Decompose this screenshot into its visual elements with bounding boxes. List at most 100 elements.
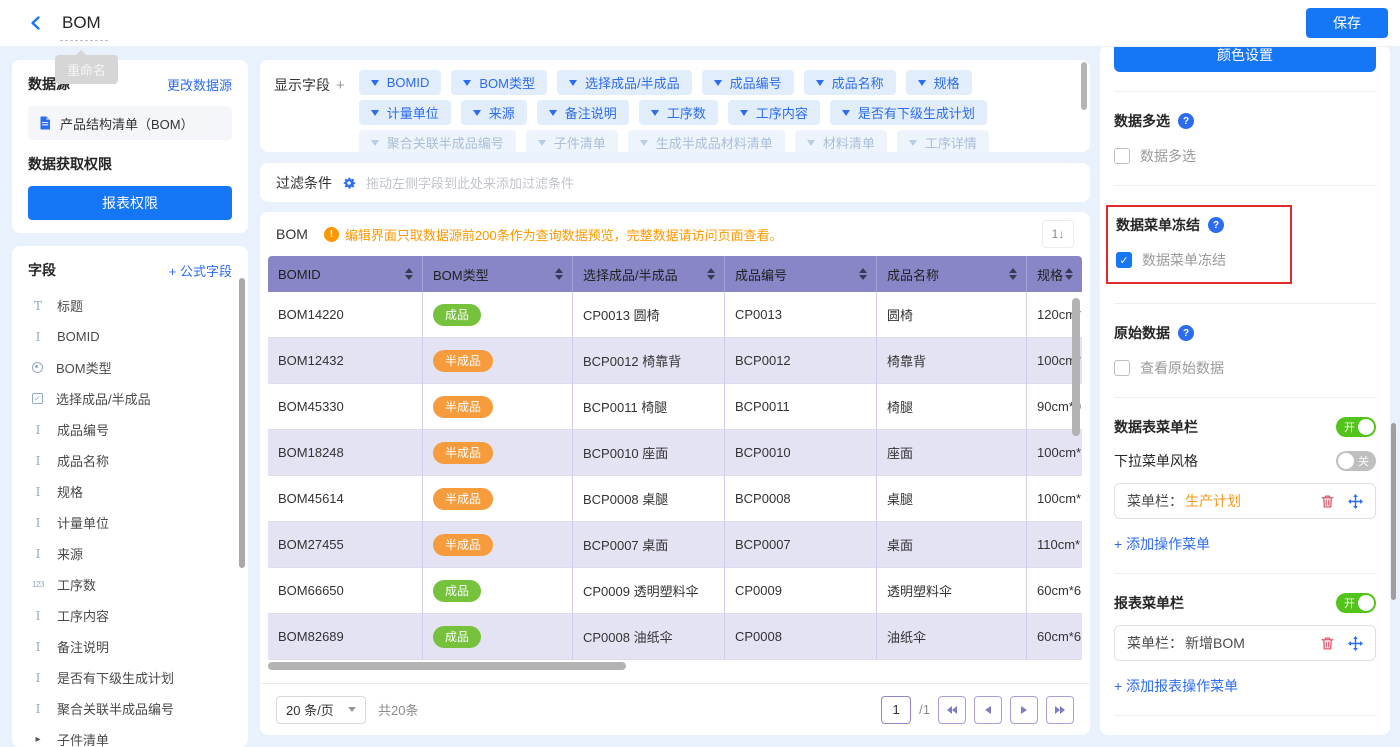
move-icon[interactable] (1348, 494, 1363, 509)
freeze-checkbox-row[interactable]: 数据菜单冻结 (1116, 250, 1282, 270)
table-row[interactable]: BOM27455半成品BCP0007 桌面BCP0007桌面110cm* (268, 522, 1082, 568)
field-item[interactable]: I备注说明 (28, 631, 232, 662)
display-field-chip[interactable]: 成品名称 (804, 70, 896, 95)
table-cell: BCP0007 桌面 (573, 522, 725, 568)
checkbox[interactable] (1116, 252, 1132, 268)
column-header[interactable]: 成品名称 (877, 256, 1027, 292)
field-item[interactable]: 选择成品/半成品 (28, 383, 232, 414)
page-title[interactable]: BOM (62, 13, 101, 33)
datasource-item[interactable]: 产品结构清单（BOM） (28, 106, 232, 140)
field-item[interactable]: I规格 (28, 476, 232, 507)
first-page-button[interactable] (938, 696, 966, 724)
dropdown-style-toggle[interactable]: 关 (1336, 451, 1376, 471)
field-item[interactable]: I成品名称 (28, 445, 232, 476)
display-field-chip[interactable]: 生成半成品材料清单 (628, 130, 785, 152)
display-field-chip[interactable]: 成品编号 (702, 70, 794, 95)
gear-icon[interactable] (341, 175, 357, 191)
field-item[interactable]: I聚合关联半成品编号 (28, 693, 232, 724)
field-item[interactable]: I是否有下级生成计划 (28, 662, 232, 693)
table-vertical-scrollbar[interactable] (1072, 298, 1080, 436)
display-field-chip[interactable]: 规格 (906, 70, 972, 95)
prev-page-button[interactable] (974, 696, 1002, 724)
page-number-input[interactable]: 1 (881, 696, 911, 724)
add-report-action-menu-link[interactable]: + 添加报表操作菜单 (1114, 676, 1376, 696)
display-field-chip[interactable]: 来源 (461, 100, 527, 125)
page-size-select[interactable]: 20 条/页 (276, 696, 366, 724)
fields-scrollbar[interactable] (239, 278, 245, 568)
column-header[interactable]: BOMID (268, 256, 423, 292)
next-page-button[interactable] (1010, 696, 1038, 724)
text-icon: I (28, 454, 48, 468)
move-icon[interactable] (1348, 636, 1363, 651)
save-button[interactable]: 保存 (1306, 8, 1388, 38)
report-permission-button[interactable]: 报表权限 (28, 186, 232, 220)
display-field-chip[interactable]: 工序数 (639, 100, 718, 125)
table-row[interactable]: BOM14220成品CP0013 圆椅CP0013圆椅120cm* (268, 292, 1082, 338)
color-settings-button[interactable]: 颜色设置 (1114, 45, 1376, 72)
table-cell: BOM82689 (268, 614, 423, 660)
column-header-label: BOMID (278, 267, 321, 282)
last-page-button[interactable] (1046, 696, 1074, 724)
display-field-chip[interactable]: 是否有下级生成计划 (830, 100, 987, 125)
display-field-chip[interactable]: 子件清单 (526, 130, 618, 152)
column-header[interactable]: 规格 (1027, 256, 1082, 292)
field-item[interactable]: 123工序数 (28, 569, 232, 600)
display-field-chip[interactable]: 聚合关联半成品编号 (359, 130, 516, 152)
raw-data-checkbox-row[interactable]: 查看原始数据 (1114, 358, 1376, 378)
add-action-menu-link[interactable]: + 添加操作菜单 (1114, 534, 1376, 554)
field-item[interactable]: I工序内容 (28, 600, 232, 631)
table-cell: 椅腿 (877, 384, 1027, 430)
add-formula-field-link[interactable]: + 公式字段 (169, 261, 232, 280)
display-field-chip[interactable]: BOM类型 (451, 70, 547, 95)
report-menu-toggle[interactable]: 开 (1336, 593, 1376, 613)
column-header[interactable]: 成品编号 (725, 256, 877, 292)
highlight-box: 数据菜单冻结 数据菜单冻结 (1106, 205, 1292, 284)
change-datasource-link[interactable]: 更改数据源 (167, 75, 232, 94)
display-field-chip[interactable]: 备注说明 (537, 100, 629, 125)
help-icon[interactable] (1178, 113, 1194, 129)
field-item[interactable]: T标题 (28, 290, 232, 321)
delete-icon[interactable] (1320, 636, 1335, 651)
display-field-chip[interactable]: BOMID (359, 70, 442, 95)
display-field-chip[interactable]: 材料清单 (795, 130, 887, 152)
chips-scrollbar[interactable] (1081, 62, 1087, 110)
chevron-down-icon (371, 80, 379, 86)
add-field-icon[interactable]: + (336, 77, 345, 94)
menu-item[interactable]: 菜单栏： 新增BOM (1114, 625, 1376, 661)
help-icon[interactable] (1208, 217, 1224, 233)
display-field-chip[interactable]: 工序内容 (728, 100, 820, 125)
multiselect-checkbox-row[interactable]: 数据多选 (1114, 146, 1376, 166)
data-preview-panel: BOM 编辑界面只取数据源前200条作为查询数据预览，完整数据请访问页面查看。 … (260, 212, 1090, 735)
field-item[interactable]: I成品编号 (28, 414, 232, 445)
help-icon[interactable] (1178, 325, 1194, 341)
table-menu-toggle[interactable]: 开 (1336, 417, 1376, 437)
sort-icon[interactable]: 1↓ (1042, 220, 1074, 248)
table-row[interactable]: BOM82689成品CP0008 油纸伞CP0008油纸伞60cm*6 (268, 614, 1082, 660)
table-row[interactable]: BOM12432半成品BCP0012 椅靠背BCP0012椅靠背100cm* (268, 338, 1082, 384)
display-field-chip[interactable]: 工序详情 (897, 130, 989, 152)
table-cell: BCP0012 (725, 338, 877, 384)
field-item[interactable]: I计量单位 (28, 507, 232, 538)
field-item[interactable]: IBOMID (28, 321, 232, 352)
table-row[interactable]: BOM18248半成品BCP0010 座面BCP0010座面100cm* (268, 430, 1082, 476)
checkbox[interactable] (1114, 360, 1130, 376)
back-button[interactable] (26, 13, 46, 33)
column-header[interactable]: 选择成品/半成品 (573, 256, 725, 292)
display-field-chip[interactable]: 计量单位 (359, 100, 451, 125)
table-row[interactable]: BOM66650成品CP0009 透明塑料伞CP0009透明塑料伞60cm*6 (268, 568, 1082, 614)
checkbox[interactable] (1114, 148, 1130, 164)
chip-label: 是否有下级生成计划 (858, 103, 975, 122)
delete-icon[interactable] (1320, 494, 1335, 509)
field-item[interactable]: I来源 (28, 538, 232, 569)
menu-item[interactable]: 菜单栏： 生产计划 (1114, 483, 1376, 519)
table-row[interactable]: BOM45330半成品BCP0011 椅腿BCP0011椅腿90cm*9 (268, 384, 1082, 430)
field-item[interactable]: BOM类型 (28, 352, 232, 383)
settings-scrollbar[interactable] (1391, 423, 1396, 600)
column-header[interactable]: BOM类型 (423, 256, 573, 292)
field-item[interactable]: ▸子件清单 (28, 724, 232, 747)
display-field-chip[interactable]: 选择成品/半成品 (557, 70, 692, 95)
table-row[interactable]: BOM45614半成品BCP0008 桌腿BCP0008桌腿100cm* (268, 476, 1082, 522)
filter-panel[interactable]: 过滤条件 拖动左侧字段到此处来添加过滤条件 (260, 163, 1090, 202)
table-cell: 100cm* (1027, 430, 1082, 476)
table-horizontal-scrollbar[interactable] (268, 662, 626, 670)
